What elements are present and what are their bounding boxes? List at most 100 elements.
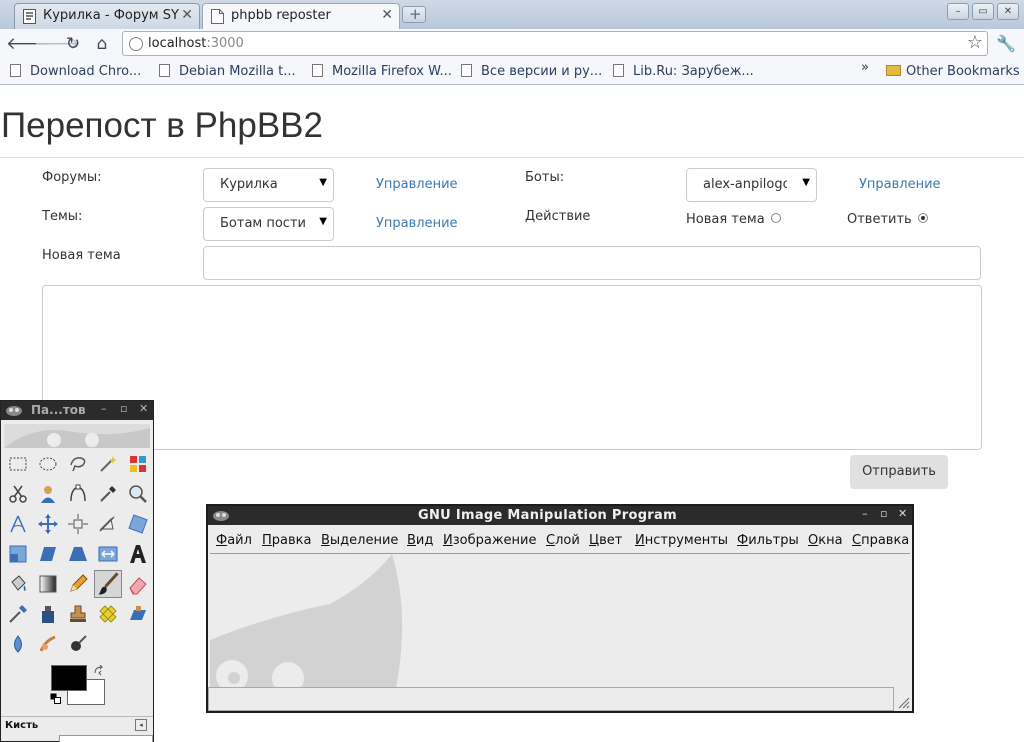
menu-layer[interactable]: Слой	[546, 533, 580, 548]
tab-close-icon[interactable]: ✕	[181, 7, 193, 23]
maximize-icon[interactable]: ▫	[880, 507, 887, 520]
text-tool-icon[interactable]	[127, 543, 149, 565]
maximize-icon[interactable]: ▫	[120, 402, 127, 415]
bookmark-item[interactable]: Lib.Ru: Зарубеж...	[613, 64, 754, 79]
address-bar[interactable]: localhost:3000 ☆	[122, 31, 988, 56]
submit-button[interactable]: Отправить	[850, 455, 948, 489]
scissors-icon[interactable]	[7, 483, 29, 505]
forums-select[interactable]: Курилка ▼	[203, 168, 334, 202]
perspective-icon[interactable]	[67, 543, 89, 565]
minimize-icon[interactable]: –	[862, 507, 868, 520]
radio-new-topic[interactable]: Новая тема	[686, 212, 781, 227]
shear-icon[interactable]	[37, 543, 59, 565]
menu-windows[interactable]: Окна	[808, 533, 843, 548]
bookmarks-overflow-chevron[interactable]: »	[861, 60, 869, 75]
close-window-button[interactable]: ✕	[997, 3, 1019, 20]
gimp-titlebar[interactable]: GNU Image Manipulation Program – ▫ ✕	[208, 506, 912, 525]
paths-icon[interactable]	[67, 483, 89, 505]
brush-options-field[interactable]	[59, 735, 153, 742]
bots-manage-link[interactable]: Управление	[859, 177, 941, 192]
menu-view[interactable]: Вид	[407, 533, 433, 548]
bookmark-star-icon[interactable]: ☆	[967, 32, 983, 53]
color-picker-icon[interactable]	[97, 483, 119, 505]
ellipse-select-icon[interactable]	[37, 453, 59, 475]
bookmark-item[interactable]: Все версии и ру...	[461, 64, 602, 79]
gimp-logo-icon	[213, 511, 229, 521]
divider	[0, 157, 1024, 158]
foreground-color-swatch[interactable]	[51, 665, 87, 691]
eraser-icon[interactable]	[127, 573, 149, 595]
new-tab-button[interactable]	[402, 5, 426, 23]
paintbrush-tool-active[interactable]	[94, 570, 122, 598]
minimize-button[interactable]: –	[947, 3, 969, 20]
close-icon[interactable]: ✕	[139, 402, 148, 415]
forum-favicon-icon	[23, 9, 36, 24]
heal-icon[interactable]	[97, 603, 119, 625]
pencil-icon[interactable]	[67, 573, 89, 595]
tab-kurilka[interactable]: Курилка - Форум SY ✕	[14, 3, 200, 29]
topics-manage-link[interactable]: Управление	[376, 216, 458, 231]
resize-grip-icon[interactable]	[896, 695, 910, 709]
measure-icon[interactable]	[7, 513, 29, 535]
message-textarea[interactable]	[42, 285, 982, 450]
topics-select[interactable]: Ботам пости ▼	[203, 207, 334, 241]
menu-tools[interactable]: Инструменты	[635, 533, 728, 548]
rotate-icon[interactable]	[127, 513, 149, 535]
divider	[1, 716, 153, 717]
other-bookmarks[interactable]: Other Bookmarks	[886, 64, 1020, 79]
swap-colors-icon[interactable]	[93, 665, 105, 677]
menu-edit[interactable]: Правка	[262, 533, 311, 548]
radio-reply[interactable]: Ответить	[847, 212, 928, 227]
page-icon	[159, 64, 170, 77]
bookmark-item[interactable]: Mozilla Firefox W...	[312, 64, 452, 79]
close-icon[interactable]: ✕	[898, 507, 907, 520]
menu-colors[interactable]: Цвет	[589, 533, 622, 548]
radio-selected-icon[interactable]	[917, 213, 928, 223]
menu-help[interactable]: Справка	[852, 533, 909, 548]
toolbox-titlebar[interactable]: Па...тов – ▫ ✕	[1, 401, 153, 420]
reload-icon[interactable]: ↻	[62, 33, 84, 55]
flip-icon[interactable]	[97, 543, 119, 565]
ink-icon[interactable]	[37, 603, 59, 625]
gimp-logo-icon	[6, 406, 22, 416]
clone-stamp-icon[interactable]	[67, 603, 89, 625]
home-icon[interactable]: ⌂	[91, 33, 113, 55]
back-arrow-icon[interactable]: 🡐	[6, 33, 52, 55]
align-icon[interactable]	[67, 513, 89, 535]
zoom-icon[interactable]	[127, 483, 149, 505]
menu-image[interactable]: Изображение	[443, 533, 537, 548]
select-by-color-icon[interactable]	[127, 453, 149, 475]
radio-icon[interactable]	[770, 213, 781, 223]
bots-select[interactable]: alex-anpilogov ▼	[686, 168, 817, 202]
bucket-fill-icon[interactable]	[7, 573, 29, 595]
lasso-icon[interactable]	[67, 453, 89, 475]
restore-button[interactable]: ▭	[972, 3, 994, 20]
rect-select-icon[interactable]	[7, 453, 29, 475]
gimp-empty-canvas[interactable]	[210, 553, 910, 687]
dodge-burn-icon[interactable]	[67, 633, 89, 655]
bookmark-item[interactable]: Debian Mozilla t...	[159, 64, 296, 79]
foreground-select-icon[interactable]	[37, 483, 59, 505]
forums-manage-link[interactable]: Управление	[376, 177, 458, 192]
tab-close-icon[interactable]: ✕	[381, 7, 393, 23]
airbrush-icon[interactable]	[7, 603, 29, 625]
fuzzy-select-icon[interactable]	[97, 453, 119, 475]
menu-select[interactable]: Выделение	[321, 533, 398, 548]
tab-phpbb-reposter[interactable]: phpbb reposter ✕	[202, 3, 400, 29]
default-colors-icon[interactable]	[50, 693, 62, 705]
menu-file[interactable]: Файл	[216, 533, 252, 548]
gradient-icon[interactable]	[37, 573, 59, 595]
bookmark-item[interactable]: Download Chro...	[10, 64, 141, 79]
wrench-icon[interactable]: 🔧	[996, 34, 1016, 53]
dock-menu-icon[interactable]: ◂	[135, 719, 147, 731]
smudge-icon[interactable]	[37, 633, 59, 655]
blur-icon[interactable]	[7, 633, 29, 655]
menu-filters[interactable]: Фильтры	[737, 533, 799, 548]
crop-icon[interactable]	[97, 513, 119, 535]
perspective-clone-icon[interactable]	[127, 603, 149, 625]
move-icon[interactable]	[37, 513, 59, 535]
scale-icon[interactable]	[7, 543, 29, 565]
forward-arrow-icon[interactable]: 🡒	[34, 33, 80, 55]
new-topic-input[interactable]	[203, 246, 981, 280]
minimize-icon[interactable]: –	[101, 402, 107, 415]
